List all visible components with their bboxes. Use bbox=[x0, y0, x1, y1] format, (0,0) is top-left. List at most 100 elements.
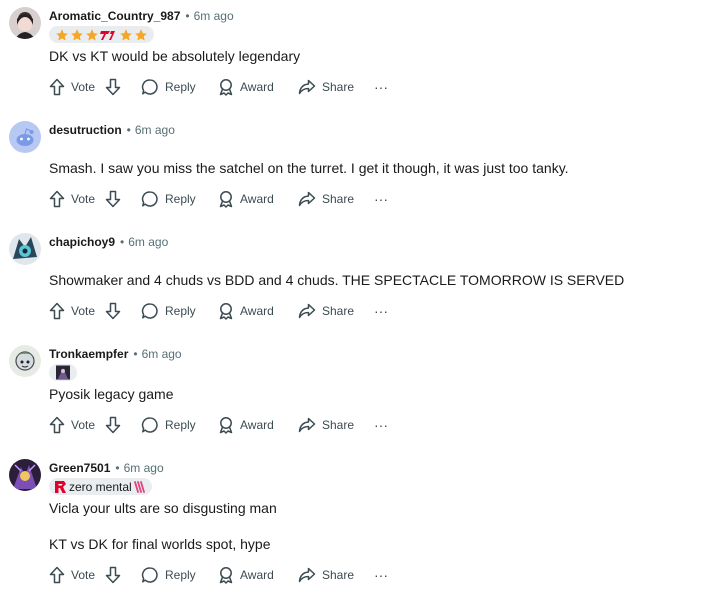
award-button[interactable]: Award bbox=[218, 415, 274, 435]
reply-label: Reply bbox=[165, 568, 196, 582]
award-button[interactable]: Award bbox=[218, 565, 274, 585]
award-label: Award bbox=[240, 418, 274, 432]
upvote-button[interactable]: Vote bbox=[49, 77, 95, 97]
avatar[interactable] bbox=[9, 459, 41, 491]
user-flair bbox=[49, 364, 77, 381]
star-icon bbox=[135, 28, 147, 41]
award-button[interactable]: Award bbox=[218, 77, 274, 97]
separator-dot: • bbox=[185, 9, 190, 23]
upvote-button[interactable]: Vote bbox=[49, 301, 95, 321]
reply-button[interactable]: Reply bbox=[141, 189, 196, 209]
more-options-button[interactable]: ··· bbox=[374, 77, 388, 97]
downvote-icon bbox=[105, 78, 121, 96]
avatar[interactable] bbox=[9, 233, 41, 265]
separator-dot: • bbox=[126, 123, 131, 137]
more-options-button[interactable]: ··· bbox=[374, 301, 388, 321]
username[interactable]: Tronkaempfer bbox=[49, 347, 128, 361]
username[interactable]: Green7501 bbox=[49, 461, 110, 475]
downvote-button[interactable] bbox=[105, 189, 121, 209]
more-options-button[interactable]: ··· bbox=[374, 565, 388, 585]
reply-label: Reply bbox=[165, 192, 196, 206]
award-button[interactable]: Award bbox=[218, 189, 274, 209]
award-icon bbox=[219, 417, 233, 434]
avatar[interactable] bbox=[9, 345, 41, 377]
upvote-icon bbox=[49, 566, 65, 584]
vote-label: Vote bbox=[71, 192, 96, 206]
flair-text: zero mental bbox=[69, 479, 132, 494]
comment-meta: Tronkaempfer • 6m ago bbox=[49, 346, 182, 362]
reply-label: Reply bbox=[165, 418, 196, 432]
comment-bubble-icon bbox=[141, 303, 158, 319]
award-icon bbox=[219, 567, 233, 584]
star-icon bbox=[56, 28, 68, 41]
more-options-label: ··· bbox=[374, 303, 388, 319]
vote-label: Vote bbox=[71, 304, 96, 318]
downvote-button[interactable] bbox=[105, 565, 121, 585]
share-label: Share bbox=[322, 80, 355, 94]
reply-button[interactable]: Reply bbox=[141, 415, 196, 435]
more-options-label: ··· bbox=[374, 567, 388, 583]
timestamp: 6m ago bbox=[193, 9, 234, 23]
downvote-button[interactable] bbox=[105, 301, 121, 321]
share-icon bbox=[298, 567, 316, 583]
separator-dot: • bbox=[115, 461, 120, 475]
more-options-button[interactable]: ··· bbox=[374, 415, 388, 435]
comment-body: Smash. I saw you miss the satchel on the… bbox=[49, 160, 569, 176]
star-icon bbox=[71, 28, 83, 41]
comment-meta: Aromatic_Country_987 • 6m ago bbox=[49, 8, 234, 24]
reply-label: Reply bbox=[165, 304, 196, 318]
username[interactable]: chapichoy9 bbox=[49, 235, 115, 249]
timestamp: 6m ago bbox=[141, 347, 182, 361]
vote-label: Vote bbox=[71, 568, 96, 582]
comment-body: Vicla your ults are so disgusting man bbox=[49, 500, 277, 516]
award-icon bbox=[219, 79, 233, 96]
award-label: Award bbox=[240, 304, 274, 318]
upvote-button[interactable]: Vote bbox=[49, 415, 95, 435]
share-label: Share bbox=[322, 418, 355, 432]
downvote-icon bbox=[105, 190, 121, 208]
downvote-button[interactable] bbox=[105, 77, 121, 97]
comment-meta: chapichoy9 • 6m ago bbox=[49, 234, 168, 250]
comment-bubble-icon bbox=[141, 191, 158, 207]
award-label: Award bbox=[240, 80, 274, 94]
share-icon bbox=[298, 303, 316, 319]
separator-dot: • bbox=[133, 347, 138, 361]
more-options-button[interactable]: ··· bbox=[374, 189, 388, 209]
avatar[interactable] bbox=[9, 121, 41, 153]
share-label: Share bbox=[322, 192, 355, 206]
award-button[interactable]: Award bbox=[218, 301, 274, 321]
upvote-button[interactable]: Vote bbox=[49, 189, 95, 209]
award-label: Award bbox=[240, 192, 274, 206]
share-button[interactable]: Share bbox=[298, 415, 354, 435]
more-options-label: ··· bbox=[374, 417, 388, 433]
reply-button[interactable]: Reply bbox=[141, 301, 196, 321]
emote-icon bbox=[133, 480, 145, 493]
rogue-logo-icon bbox=[55, 480, 66, 493]
more-options-label: ··· bbox=[374, 191, 388, 207]
username[interactable]: Aromatic_Country_987 bbox=[49, 9, 180, 23]
comment-body: Pyosik legacy game bbox=[49, 386, 174, 402]
share-label: Share bbox=[322, 568, 355, 582]
share-icon bbox=[298, 191, 316, 207]
comment-body: DK vs KT would be absolutely legendary bbox=[49, 48, 301, 64]
star-icon bbox=[120, 28, 132, 41]
award-icon bbox=[219, 303, 233, 320]
share-button[interactable]: Share bbox=[298, 565, 354, 585]
reply-button[interactable]: Reply bbox=[141, 77, 196, 97]
reply-button[interactable]: Reply bbox=[141, 565, 196, 585]
timestamp: 6m ago bbox=[123, 461, 164, 475]
downvote-button[interactable] bbox=[105, 415, 121, 435]
share-button[interactable]: Share bbox=[298, 77, 354, 97]
share-label: Share bbox=[322, 304, 355, 318]
separator-dot: • bbox=[120, 235, 125, 249]
share-button[interactable]: Share bbox=[298, 189, 354, 209]
downvote-icon bbox=[105, 416, 121, 434]
upvote-button[interactable]: Vote bbox=[49, 565, 95, 585]
avatar[interactable] bbox=[9, 7, 41, 39]
username[interactable]: desutruction bbox=[49, 123, 122, 137]
comment-bubble-icon bbox=[141, 79, 158, 95]
downvote-icon bbox=[105, 302, 121, 320]
award-label: Award bbox=[240, 568, 274, 582]
comment-meta: desutruction • 6m ago bbox=[49, 122, 175, 138]
share-button[interactable]: Share bbox=[298, 301, 354, 321]
